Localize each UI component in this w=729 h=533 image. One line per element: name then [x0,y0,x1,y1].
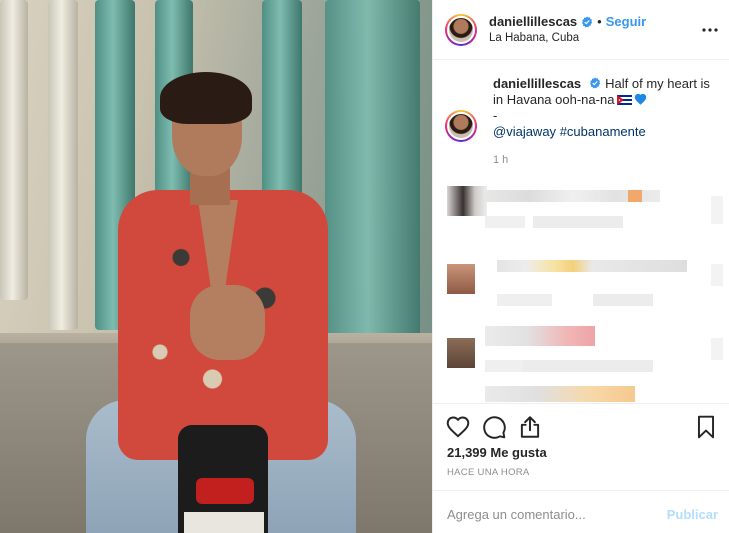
blurred-text [485,386,635,402]
blurred-text [523,360,653,372]
photo-hands [190,285,265,360]
caption-username[interactable]: daniellillescas [493,76,581,91]
caption-separator-line: - [493,108,498,123]
cuba-flag-emoji [617,95,633,105]
blurred-like [711,264,723,286]
photo-hair [160,72,252,124]
blurred-text [533,216,623,228]
caption-hashtag[interactable]: #cubanamente [560,124,646,139]
photo-license-plate [184,512,264,533]
blurred-avatar [447,338,475,368]
author-avatar[interactable] [445,13,477,46]
blurred-text [485,326,595,346]
photo-taillight [196,478,254,504]
author-username[interactable]: daniellillescas [489,14,577,30]
blurred-avatar [447,264,475,294]
publish-button[interactable]: Publicar [667,507,718,522]
verified-badge-icon [582,16,593,27]
blue-heart-emoji [635,93,647,105]
blurred-text [497,260,687,272]
blurred-like [711,338,723,360]
photo-column [325,0,420,390]
blurred-text [497,294,552,306]
instagram-post: daniellillescas • Seguir La Habana, Cuba… [0,0,729,533]
more-options-icon[interactable] [702,22,718,38]
blurred-emoji [628,190,642,202]
likes-count[interactable]: 21,399 Me gusta [447,445,547,460]
verified-badge-icon [590,77,601,89]
blurred-avatar [447,186,487,216]
blurred-like [711,196,723,224]
caption-author-avatar[interactable] [445,110,477,142]
blurred-text [593,294,653,306]
post-actions: 21,399 Me gusta HACE UNA HORA Publicar [433,403,729,533]
bookmark-icon[interactable] [693,414,719,440]
post-header: daniellillescas • Seguir La Habana, Cuba [433,0,729,60]
post-timestamp[interactable]: HACE UNA HORA [447,467,530,478]
post-photo[interactable] [0,0,432,533]
caption-mention[interactable]: @viajaway [493,124,556,139]
blurred-comment [433,260,729,336]
comment-input[interactable] [447,506,667,522]
caption-time: 1 h [493,154,509,166]
post-location[interactable]: La Habana, Cuba [489,30,646,46]
heart-outline-icon[interactable] [445,414,471,440]
post-caption: daniellillescas Half of my heart is in H… [445,76,725,168]
photo-column [0,0,28,300]
share-icon[interactable] [517,414,543,440]
header-separator: • [597,13,602,29]
follow-button[interactable]: Seguir [606,14,646,30]
post-side-panel: daniellillescas • Seguir La Habana, Cuba… [432,0,729,533]
blurred-comment [433,186,729,262]
comment-icon[interactable] [481,414,507,440]
photo-column [48,0,78,330]
blurred-text [485,216,525,228]
comment-bar: Publicar [433,490,729,533]
